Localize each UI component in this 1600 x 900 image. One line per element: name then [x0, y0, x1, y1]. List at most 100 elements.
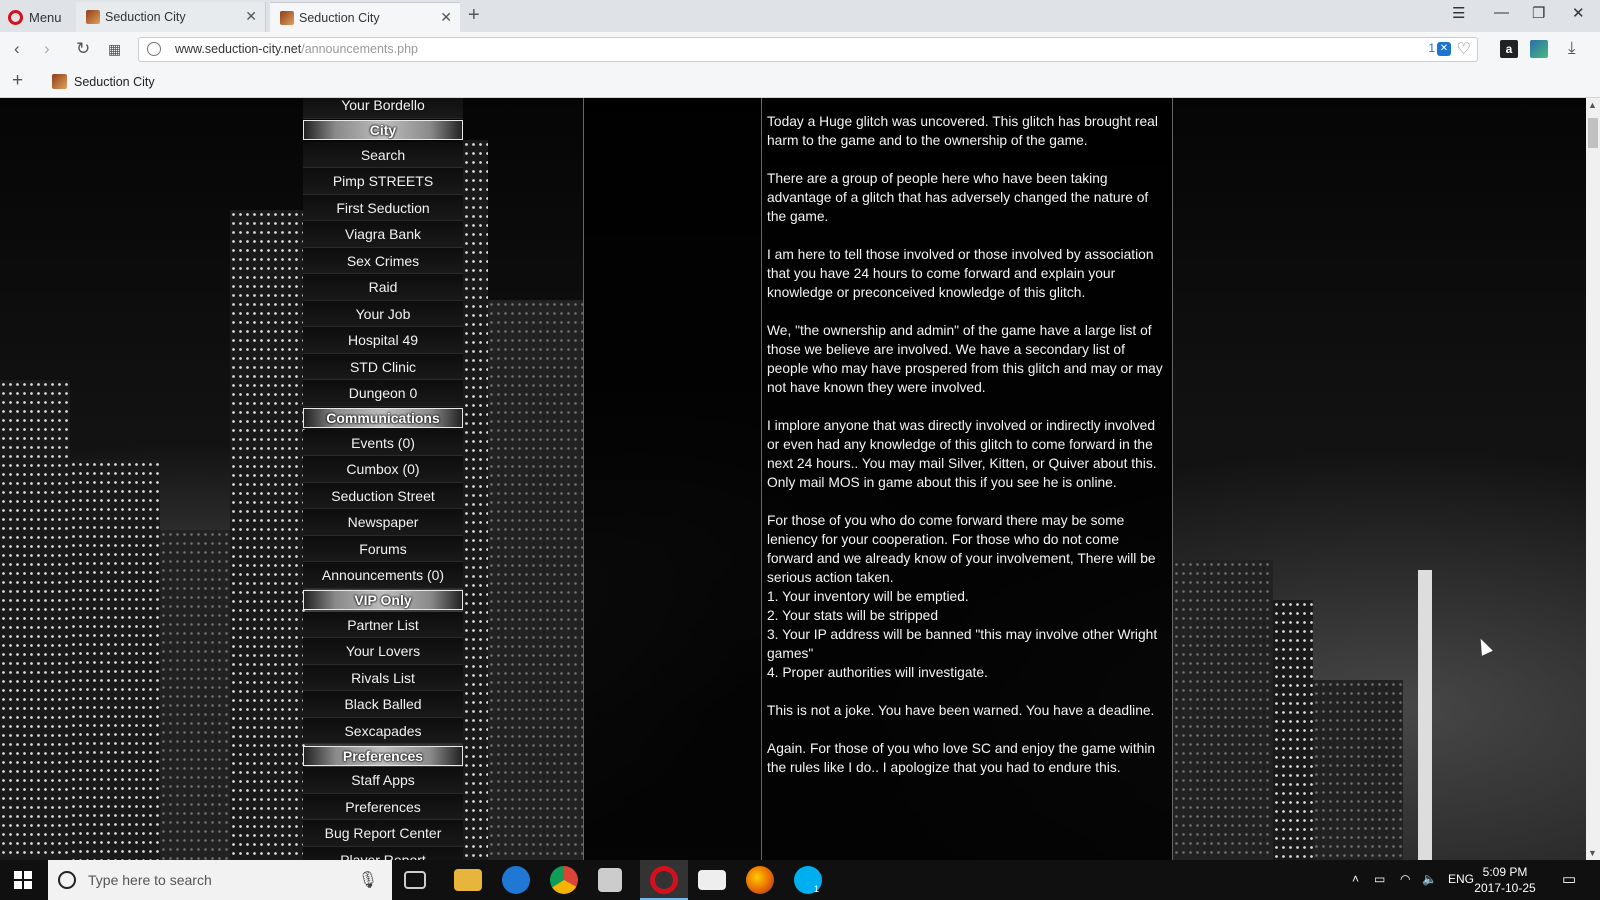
skyline-building [0, 380, 70, 860]
nav-bug-report-center[interactable]: Bug Report Center [303, 820, 463, 847]
clock-date: 2017-10-25 [1474, 881, 1536, 895]
close-window-icon[interactable]: ✕ [1572, 4, 1585, 22]
menu-label: Menu [29, 9, 62, 25]
tray-chevron-icon[interactable]: ˄ [1352, 872, 1359, 886]
nav-viagra-bank[interactable]: Viagra Bank [303, 221, 463, 248]
nav-partner-list[interactable]: Partner List [303, 611, 463, 638]
nav-your-bordello[interactable]: Your Bordello [303, 98, 463, 119]
skyline-building [463, 140, 488, 860]
adblock-count: 1 [1428, 41, 1435, 55]
penalty-list-item: 3. Your IP address will be banned "this … [767, 627, 1158, 661]
tab-inactive[interactable]: Seduction City ✕ [76, 2, 266, 32]
minimize-icon[interactable]: — [1494, 4, 1509, 21]
task-view-icon[interactable] [404, 871, 426, 889]
forward-icon[interactable]: › [44, 39, 50, 59]
chrome-icon[interactable] [550, 866, 578, 894]
bookmark-seduction-city[interactable]: Seduction City [52, 74, 155, 89]
site-favicon-icon [52, 74, 67, 89]
skyline-building [160, 530, 230, 860]
nav-first-seduction[interactable]: First Seduction [303, 194, 463, 221]
edge-icon[interactable] [502, 866, 530, 894]
skyline-building [1313, 680, 1403, 860]
action-center-icon[interactable]: ▭ [1562, 870, 1576, 888]
tab-title: Seduction City [105, 10, 186, 24]
windows-taskbar: Type here to search 🎙 1 ˄ ▭ ◠ 🔈 ENG 5:09… [0, 860, 1600, 900]
close-tab-icon[interactable]: ✕ [440, 9, 452, 26]
amazon-icon[interactable]: a [1500, 40, 1518, 58]
nav-preferences[interactable]: Preferences [303, 793, 463, 820]
nav-sexcapades[interactable]: Sexcapades [303, 717, 463, 744]
nav-pimp-streets[interactable]: Pimp STREETS [303, 168, 463, 195]
nav-newspaper[interactable]: Newspaper [303, 509, 463, 536]
tab-title: Seduction City [299, 10, 380, 25]
file-explorer-icon[interactable] [454, 869, 482, 891]
opera-taskbar-icon[interactable] [650, 866, 678, 894]
reload-icon[interactable]: ↻ [76, 39, 90, 59]
nav-raid[interactable]: Raid [303, 274, 463, 301]
url-text: www.seduction-city.net/announcements.php [175, 42, 418, 56]
nav-search[interactable]: Search [303, 141, 463, 168]
bridge-tower [1418, 570, 1432, 860]
scrollbar-thumb[interactable] [1588, 118, 1598, 148]
skyline-building [230, 210, 305, 860]
skyline-building [1273, 600, 1313, 860]
nav-announcements[interactable]: Announcements (0) [303, 562, 463, 589]
nav-hospital[interactable]: Hospital 49 [303, 327, 463, 354]
bookmark-heart-icon[interactable]: ♡ [1457, 39, 1471, 59]
store-icon[interactable] [598, 868, 622, 892]
site-favicon-icon [86, 10, 100, 24]
page-scrollbar[interactable]: ▲ ▼ [1586, 98, 1600, 860]
new-tab-icon[interactable]: + [468, 4, 480, 27]
microphone-icon[interactable]: 🎙 [358, 870, 378, 890]
mouse-cursor-icon [1475, 636, 1493, 656]
skyline-building [488, 300, 583, 860]
nav-seduction-street[interactable]: Seduction Street [303, 482, 463, 509]
adblock-icon[interactable]: ✕ [1437, 42, 1451, 56]
tab-menu-icon[interactable]: ☰ [1452, 4, 1465, 22]
nav-dungeon[interactable]: Dungeon 0 [303, 380, 463, 407]
opera-icon [8, 9, 23, 25]
nav-sex-crimes[interactable]: Sex Crimes [303, 247, 463, 274]
nav-staff-apps[interactable]: Staff Apps [303, 767, 463, 794]
nav-cumbox[interactable]: Cumbox (0) [303, 456, 463, 483]
nav-black-balled[interactable]: Black Balled [303, 691, 463, 718]
url-field[interactable]: www.seduction-city.net/announcements.php… [138, 37, 1478, 62]
announcement-closing: Again. For those of you who love SC and … [767, 741, 1156, 775]
browser-tab-bar: Menu Seduction City ✕ Seduction City ✕ +… [0, 0, 1600, 32]
battery-icon[interactable]: ▭ [1374, 872, 1385, 886]
nav-events[interactable]: Events (0) [303, 429, 463, 456]
game-sidebar-nav: Your Bordello City Search Pimp STREETS F… [303, 98, 463, 860]
opera-menu-button[interactable]: Menu [8, 6, 62, 28]
nav-heading-city: City [303, 120, 463, 140]
wifi-icon[interactable]: ◠ [1400, 872, 1410, 886]
announcement-warning: This is not a joke. You have been warned… [767, 703, 1155, 718]
windows-start-icon[interactable] [14, 871, 32, 889]
nav-your-lovers[interactable]: Your Lovers [303, 638, 463, 665]
announcement-paragraph: I implore anyone that was directly invol… [767, 418, 1157, 490]
nav-forums[interactable]: Forums [303, 535, 463, 562]
mail-icon[interactable] [698, 870, 726, 890]
volume-icon[interactable]: 🔈 [1422, 872, 1437, 886]
scroll-up-icon[interactable]: ▲ [1588, 100, 1597, 110]
taskbar-clock[interactable]: 5:09 PM 2017-10-25 [1470, 864, 1540, 896]
extension-icon[interactable] [1530, 40, 1548, 58]
nav-rivals-list[interactable]: Rivals List [303, 664, 463, 691]
taskbar-search-box[interactable]: Type here to search 🎙 [48, 860, 392, 900]
scroll-down-icon[interactable]: ▼ [1588, 848, 1597, 858]
tab-active[interactable]: Seduction City ✕ [270, 2, 460, 32]
announcement-paragraph: For those of you who do come forward the… [767, 513, 1156, 585]
add-bookmark-icon[interactable]: + [12, 70, 23, 92]
nav-your-job[interactable]: Your Job [303, 300, 463, 327]
announcement-panel: Today a Huge glitch was uncovered. This … [761, 98, 1173, 860]
firefox-icon[interactable] [746, 866, 774, 894]
site-favicon-icon [280, 10, 294, 25]
back-icon[interactable]: ‹ [14, 39, 20, 59]
maximize-icon[interactable]: ❐ [1532, 4, 1545, 22]
announcement-paragraph: There are a group of people here who hav… [767, 171, 1149, 224]
download-icon[interactable]: ⤓ [1568, 38, 1576, 58]
speed-dial-icon[interactable]: ▦ [108, 41, 121, 58]
close-tab-icon[interactable]: ✕ [245, 8, 257, 25]
nav-player-report[interactable]: Player Report [303, 846, 463, 860]
nav-heading-vip-only: VIP Only [303, 590, 463, 610]
nav-std-clinic[interactable]: STD Clinic [303, 353, 463, 380]
